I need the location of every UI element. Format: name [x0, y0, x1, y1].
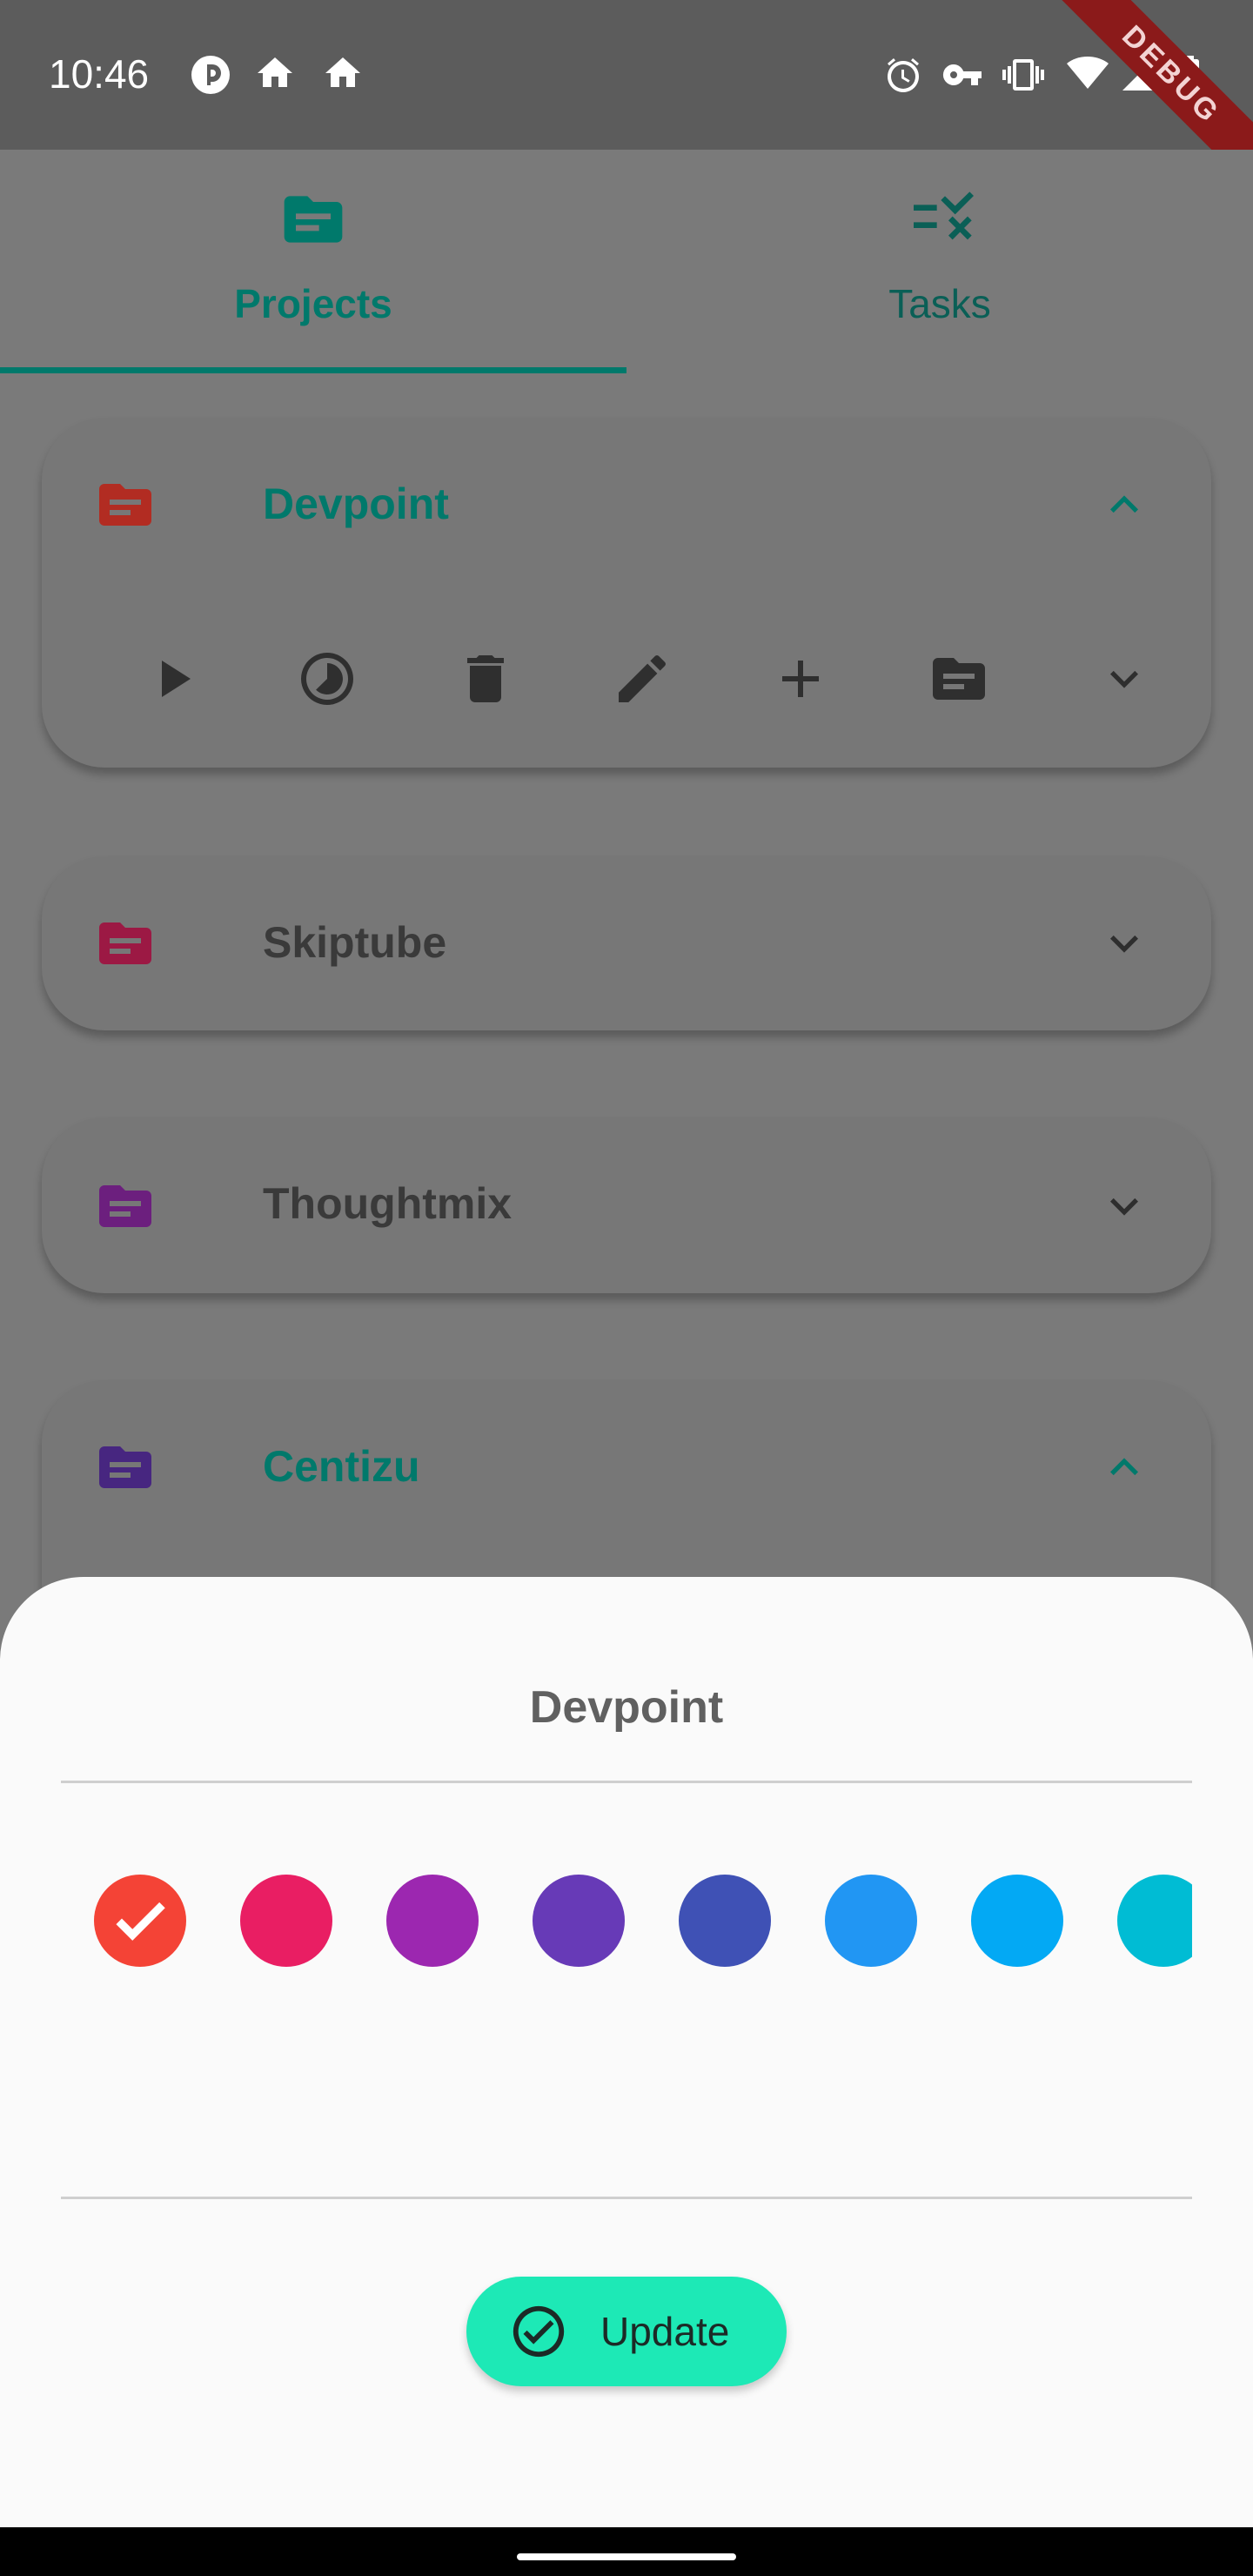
- color-swatch-purple[interactable]: [386, 1875, 479, 1967]
- folder-icon: [278, 184, 348, 258]
- tab-projects[interactable]: Projects: [0, 150, 626, 374]
- chevron-up-icon[interactable]: [1096, 1439, 1152, 1499]
- divider: [61, 1781, 1192, 1783]
- color-swatch-red[interactable]: [94, 1875, 186, 1967]
- project-card-thoughtmix[interactable]: Thoughtmix: [42, 1117, 1211, 1293]
- check-icon: [116, 1902, 165, 1941]
- delete-icon[interactable]: [454, 647, 517, 714]
- divider: [61, 2197, 1192, 2199]
- tab-tasks[interactable]: Tasks: [626, 150, 1253, 374]
- folder-icon: [94, 473, 157, 540]
- color-swatch-cyan[interactable]: [1117, 1875, 1192, 1967]
- chevron-up-icon[interactable]: [1096, 477, 1152, 537]
- color-swatch-blue[interactable]: [825, 1875, 917, 1967]
- clock-icon[interactable]: [296, 647, 358, 714]
- update-label: Update: [600, 2309, 730, 2354]
- project-title: Skiptube: [263, 918, 447, 967]
- home-icon: [322, 52, 364, 94]
- check-circle-icon: [513, 2305, 565, 2358]
- chevron-down-icon[interactable]: [1096, 1178, 1152, 1238]
- home-icon: [254, 52, 296, 94]
- vpn-key-icon: [941, 54, 983, 96]
- color-swatch-light-blue[interactable]: [971, 1875, 1063, 1967]
- sheet-title: Devpoint: [529, 1682, 724, 1733]
- project-card-devpoint[interactable]: Devpoint: [42, 418, 1211, 768]
- alarm-icon: [882, 54, 924, 96]
- vibrate-icon: [1002, 54, 1044, 96]
- folder-icon: [94, 1175, 157, 1242]
- tab-label: Tasks: [888, 281, 991, 326]
- wifi-icon: [1067, 52, 1109, 94]
- folder-icon: [94, 912, 157, 979]
- color-swatch-row: [61, 1875, 1192, 1969]
- home-gesture-handle[interactable]: [517, 2553, 736, 2560]
- chevron-down-icon[interactable]: [1096, 916, 1152, 976]
- tab-label: Projects: [234, 281, 392, 326]
- project-card-skiptube[interactable]: Skiptube: [42, 856, 1211, 1030]
- chevron-down-icon[interactable]: [1096, 651, 1152, 711]
- status-time: 10:46: [49, 51, 150, 97]
- folder-icon: [94, 1436, 157, 1503]
- color-swatch-pink[interactable]: [240, 1875, 332, 1967]
- add-icon[interactable]: [769, 647, 832, 714]
- update-button[interactable]: Update: [466, 2277, 787, 2386]
- project-title: Centizu: [263, 1442, 420, 1491]
- tasks-check-icon: [905, 184, 975, 258]
- play-icon[interactable]: [141, 647, 204, 714]
- edit-icon[interactable]: [611, 647, 673, 714]
- color-picker-sheet: Devpoint Update: [0, 1577, 1253, 2527]
- color-swatch-indigo[interactable]: [679, 1875, 771, 1967]
- folder-icon[interactable]: [928, 647, 990, 714]
- status-bar: 10:46 DEBUG: [0, 0, 1253, 210]
- color-swatch-deep-purple[interactable]: [533, 1875, 625, 1967]
- tab-bar: Projects Tasks: [0, 150, 1253, 374]
- project-title: Thoughtmix: [263, 1179, 513, 1228]
- project-title: Devpoint: [263, 480, 449, 528]
- system-nav-bar: [0, 2527, 1253, 2576]
- pocket-casts-icon: [190, 54, 231, 96]
- tab-indicator: [0, 367, 626, 373]
